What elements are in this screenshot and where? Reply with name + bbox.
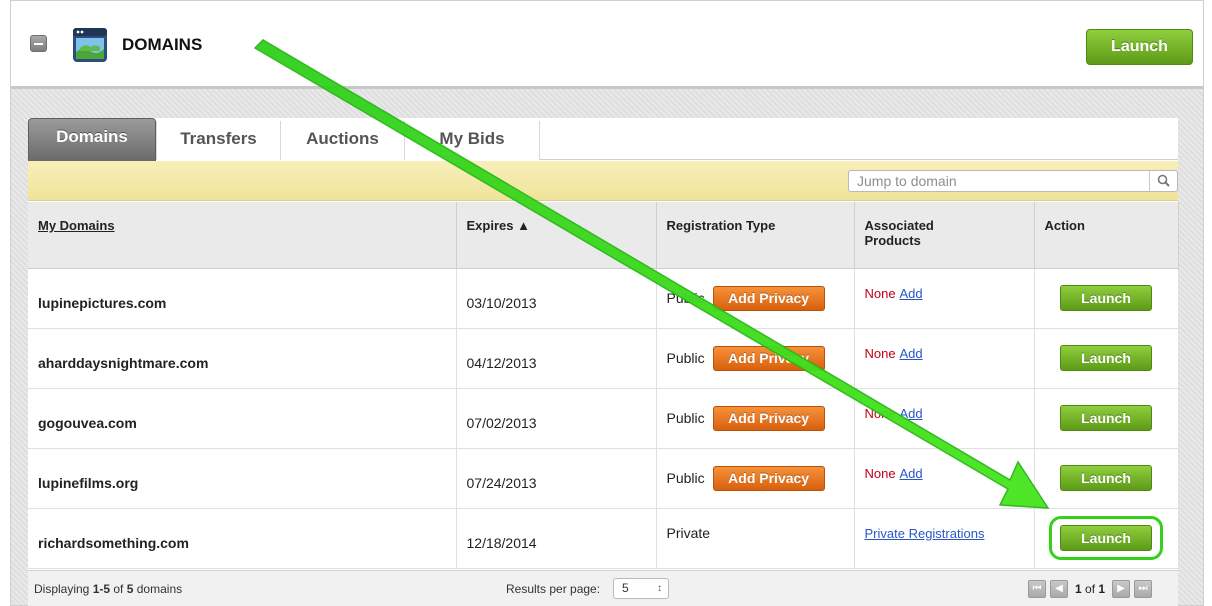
associated-none-text: None (864, 345, 896, 361)
tab-auctions[interactable]: Auctions (280, 121, 404, 160)
add-product-link[interactable]: Add (899, 406, 922, 421)
table-row: lupinepictures.com 03/10/2013 Public Add… (28, 268, 1179, 329)
add-product-link[interactable]: Add (899, 466, 922, 481)
expiry-date: 04/12/2013 (456, 328, 657, 389)
expiry-date: 03/10/2013 (456, 268, 657, 329)
domains-content: Domains Transfers Auctions My Bids My Do… (28, 118, 1179, 606)
domains-table: My Domains Expires ▲ Registration Type A… (28, 202, 1179, 569)
table-row: richardsomething.com 12/18/2014 Private … (28, 508, 1179, 569)
domain-name: aharddaysnightmare.com (28, 328, 457, 389)
launch-button[interactable]: Launch (1060, 465, 1152, 491)
launch-button[interactable]: Launch (1060, 525, 1152, 551)
tab-transfers[interactable]: Transfers (156, 121, 280, 160)
expiry-date: 07/02/2013 (456, 388, 657, 449)
associated-products-cell: None Add (854, 328, 1035, 389)
action-cell: Launch (1034, 448, 1179, 509)
associated-products-cell: Private Registrations (854, 508, 1035, 569)
add-privacy-button[interactable]: Add Privacy (712, 405, 825, 431)
domain-name: gogouvea.com (28, 388, 457, 449)
collapse-icon[interactable] (30, 35, 47, 52)
add-privacy-button[interactable]: Add Privacy (712, 345, 825, 371)
expiry-date: 07/24/2013 (456, 448, 657, 509)
search-icon[interactable] (1149, 171, 1177, 191)
action-cell: Launch (1034, 508, 1179, 569)
associated-products-cell: None Add (854, 268, 1035, 329)
private-registrations-link[interactable]: Private Registrations (865, 526, 985, 541)
domain-name: lupinefilms.org (28, 448, 457, 509)
registration-type: Private (666, 524, 711, 541)
column-header-my-domains[interactable]: My Domains (28, 202, 457, 269)
table-footer: Displaying 1-5 of 5 domains Results per … (28, 570, 1178, 606)
add-product-link[interactable]: Add (899, 346, 922, 361)
page-title: DOMAINS (122, 35, 203, 54)
results-per-page-value: 5 (622, 581, 629, 595)
highlight-ring: Launch (1049, 516, 1163, 560)
associated-none-text: None (864, 285, 896, 301)
page-indicator: 1 of 1 (1072, 582, 1108, 596)
displaying-count: Displaying 1-5 of 5 domains (34, 582, 182, 596)
page-of: of (1081, 582, 1099, 596)
globe-window-icon (73, 28, 107, 62)
associated-products-cell: None Add (854, 388, 1035, 449)
add-privacy-button[interactable]: Add Privacy (712, 285, 825, 311)
registration-type: Public (666, 290, 705, 306)
displaying-range: 1-5 (92, 582, 111, 596)
tab-domains[interactable]: Domains (28, 118, 156, 161)
domain-name: richardsomething.com (28, 508, 457, 569)
table-row: gogouvea.com 07/02/2013 Public Add Priva… (28, 388, 1179, 449)
filter-toolbar (28, 161, 1178, 201)
column-header-registration-type: Registration Type (656, 202, 855, 269)
pagination: ⏮ ◀ 1 of 1 ▶ ⏭ (1028, 577, 1153, 601)
last-page-icon[interactable]: ⏭ (1134, 580, 1153, 598)
panel-header: DOMAINS Launch (11, 1, 1203, 89)
associated-products-label: Associated Products (864, 218, 934, 248)
domain-name: lupinepictures.com (28, 268, 457, 329)
first-page-icon[interactable]: ⏮ (1028, 580, 1046, 598)
action-cell: Launch (1034, 268, 1179, 329)
launch-button[interactable]: Launch (1060, 405, 1152, 431)
displaying-suffix: domains (133, 582, 183, 596)
table-header-row: My Domains Expires ▲ Registration Type A… (28, 202, 1179, 269)
registration-type-cell: Public Add Privacy (656, 328, 855, 389)
results-per-page-select[interactable]: 5 ↕ (613, 578, 669, 599)
launch-button[interactable]: Launch (1060, 345, 1152, 371)
registration-type-cell: Public Add Privacy (656, 388, 855, 449)
associated-products-cell: None Add (854, 448, 1035, 509)
page-current: 1 (1075, 582, 1082, 596)
action-cell: Launch (1034, 388, 1179, 449)
select-arrows-icon: ↕ (657, 583, 662, 594)
launch-button[interactable]: Launch (1060, 285, 1152, 311)
table-row: lupinefilms.org 07/24/2013 Public Add Pr… (28, 448, 1179, 509)
results-per-page-label: Results per page: (506, 582, 601, 596)
displaying-prefix: Displaying (34, 582, 93, 596)
column-header-action: Action (1034, 202, 1179, 269)
column-header-associated-products: Associated Products (854, 202, 1035, 269)
prev-page-icon[interactable]: ◀ (1050, 580, 1068, 598)
displaying-of: of (110, 582, 127, 596)
add-product-link[interactable]: Add (899, 286, 922, 301)
registration-type: Public (666, 410, 705, 426)
registration-type-cell: Private (656, 508, 855, 569)
jump-to-domain-box (848, 170, 1178, 192)
expiry-date: 12/18/2014 (456, 508, 657, 569)
registration-type-cell: Public Add Privacy (656, 268, 855, 329)
page-total: 1 (1098, 582, 1106, 596)
associated-none-text: None (864, 465, 896, 481)
header-launch-button[interactable]: Launch (1086, 29, 1193, 65)
jump-to-domain-input[interactable] (849, 171, 1149, 191)
tab-bar: Domains Transfers Auctions My Bids (28, 118, 1178, 161)
add-privacy-button[interactable]: Add Privacy (712, 465, 825, 491)
next-page-icon[interactable]: ▶ (1112, 580, 1131, 598)
table-row: aharddaysnightmare.com 04/12/2013 Public… (28, 328, 1179, 389)
associated-none-text: None (864, 405, 896, 421)
registration-type: Public (666, 470, 705, 486)
action-cell: Launch (1034, 328, 1179, 389)
registration-type-cell: Public Add Privacy (656, 448, 855, 509)
column-header-expires[interactable]: Expires ▲ (456, 202, 657, 269)
registration-type: Public (666, 350, 705, 366)
tab-my-bids[interactable]: My Bids (404, 121, 540, 160)
